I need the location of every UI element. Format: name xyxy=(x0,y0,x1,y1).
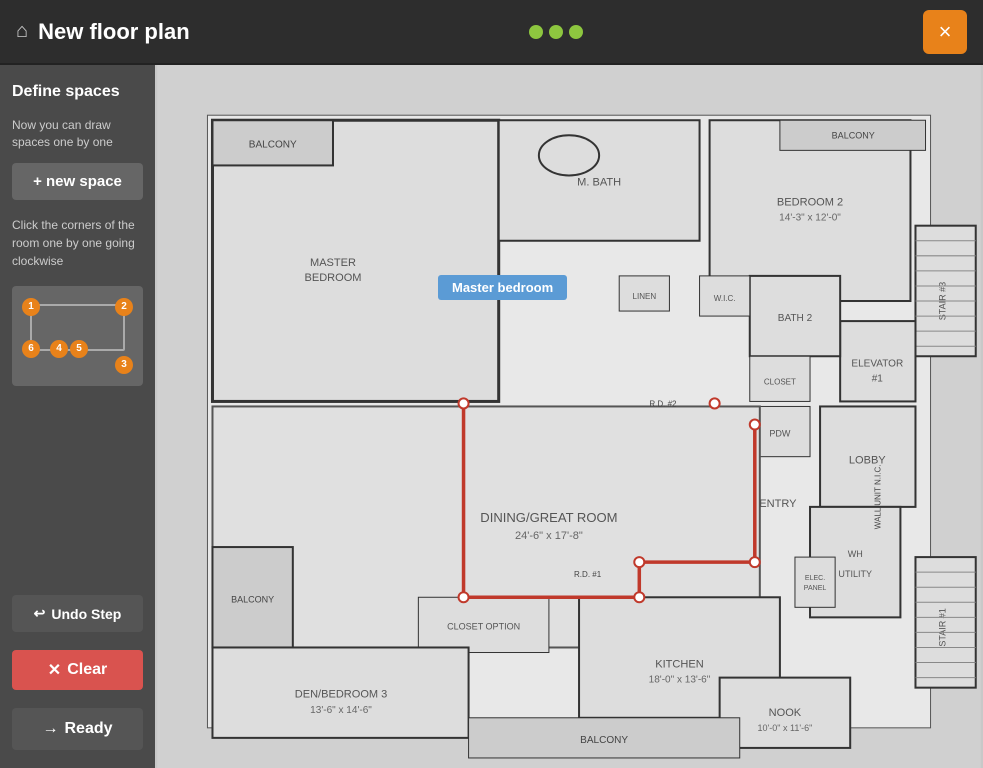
home-icon: ⌂ xyxy=(16,20,28,43)
svg-text:MASTER: MASTER xyxy=(310,257,356,269)
svg-text:14'-3" x 12'-0": 14'-3" x 12'-0" xyxy=(779,213,841,224)
svg-text:18'-0" x 13'-6": 18'-0" x 13'-6" xyxy=(649,675,711,686)
new-space-button[interactable]: + new space xyxy=(12,163,143,200)
svg-text:M. BATH: M. BATH xyxy=(577,177,621,189)
corner-2: 2 xyxy=(115,298,133,316)
svg-text:WH: WH xyxy=(848,549,863,559)
corner-5: 5 xyxy=(70,340,88,358)
svg-text:ELEC.: ELEC. xyxy=(805,575,825,582)
svg-text:R.D. #2: R.D. #2 xyxy=(649,399,677,408)
svg-text:BALCONY: BALCONY xyxy=(249,139,297,150)
clear-label: Clear xyxy=(67,661,107,679)
svg-text:10'-0" x 11'-6": 10'-0" x 11'-6" xyxy=(758,723,813,733)
svg-text:KITCHEN: KITCHEN xyxy=(655,659,703,671)
corner-6: 6 xyxy=(22,340,40,358)
clear-button[interactable]: ✕ Clear xyxy=(12,650,143,690)
app-title: New floor plan xyxy=(38,19,190,45)
svg-text:BEDROOM: BEDROOM xyxy=(304,272,361,284)
instructions-text: Click the corners of the room one by one… xyxy=(12,216,143,270)
svg-text:ENTRY: ENTRY xyxy=(759,498,797,510)
svg-text:#1: #1 xyxy=(872,373,884,384)
define-spaces-desc: Now you can draw spaces one by one xyxy=(12,117,143,151)
sidebar-spacer xyxy=(12,398,143,583)
svg-text:R.D. #1: R.D. #1 xyxy=(574,570,602,579)
svg-text:DINING/GREAT ROOM: DINING/GREAT ROOM xyxy=(480,510,617,525)
undo-icon: ↩ xyxy=(34,605,46,622)
corner-3: 3 xyxy=(115,356,133,374)
svg-text:ELEVATOR: ELEVATOR xyxy=(851,358,903,369)
corner-1: 1 xyxy=(22,298,40,316)
clear-icon: ✕ xyxy=(48,660,61,680)
dot-1 xyxy=(529,25,543,39)
svg-text:CLOSET OPTION: CLOSET OPTION xyxy=(447,621,520,631)
undo-label: Undo Step xyxy=(51,606,121,622)
dot-3 xyxy=(569,25,583,39)
svg-text:PDW: PDW xyxy=(769,429,791,439)
svg-text:WALL UNIT N.I.C.: WALL UNIT N.I.C. xyxy=(873,464,882,529)
corner-diagram: 1 2 3 4 5 6 xyxy=(12,286,143,386)
master-bedroom-label: Master bedroom xyxy=(438,275,567,300)
svg-text:BEDROOM 2: BEDROOM 2 xyxy=(777,197,843,209)
floorplan-svg: MASTER BEDROOM BALCONY M. BATH BEDROOM 2… xyxy=(155,65,983,768)
ready-icon: → xyxy=(42,720,58,738)
svg-text:STAIR #1: STAIR #1 xyxy=(938,608,948,646)
svg-text:UTILITY: UTILITY xyxy=(838,569,872,579)
sidebar: Define spaces Now you can draw spaces on… xyxy=(0,65,155,768)
dot-2 xyxy=(549,25,563,39)
main-layout: Define spaces Now you can draw spaces on… xyxy=(0,65,983,768)
floorplan-area[interactable]: MASTER BEDROOM BALCONY M. BATH BEDROOM 2… xyxy=(155,65,983,768)
corner-4: 4 xyxy=(50,340,68,358)
svg-text:W.I.C.: W.I.C. xyxy=(714,294,736,303)
define-spaces-title: Define spaces xyxy=(12,83,143,101)
svg-text:DEN/BEDROOM 3: DEN/BEDROOM 3 xyxy=(295,689,388,701)
svg-text:24'-6" x 17'-8": 24'-6" x 17'-8" xyxy=(515,530,583,542)
header: ⌂ New floor plan × xyxy=(0,0,983,65)
svg-text:BALCONY: BALCONY xyxy=(832,130,875,140)
svg-text:BALCONY: BALCONY xyxy=(231,594,274,604)
header-left: ⌂ New floor plan xyxy=(16,19,190,45)
svg-text:BALCONY: BALCONY xyxy=(580,735,628,746)
svg-text:13'-6" x 14'-6": 13'-6" x 14'-6" xyxy=(310,705,372,716)
svg-text:NOOK: NOOK xyxy=(769,707,802,719)
ready-label: Ready xyxy=(64,720,112,738)
header-dots xyxy=(529,25,583,39)
svg-text:PANEL: PANEL xyxy=(804,585,827,592)
svg-text:LINEN: LINEN xyxy=(633,292,657,301)
ready-button[interactable]: → Ready xyxy=(12,708,143,750)
close-button[interactable]: × xyxy=(923,10,967,54)
svg-text:CLOSET: CLOSET xyxy=(764,377,796,386)
undo-button[interactable]: ↩ Undo Step xyxy=(12,595,143,632)
svg-text:BATH 2: BATH 2 xyxy=(778,313,813,324)
